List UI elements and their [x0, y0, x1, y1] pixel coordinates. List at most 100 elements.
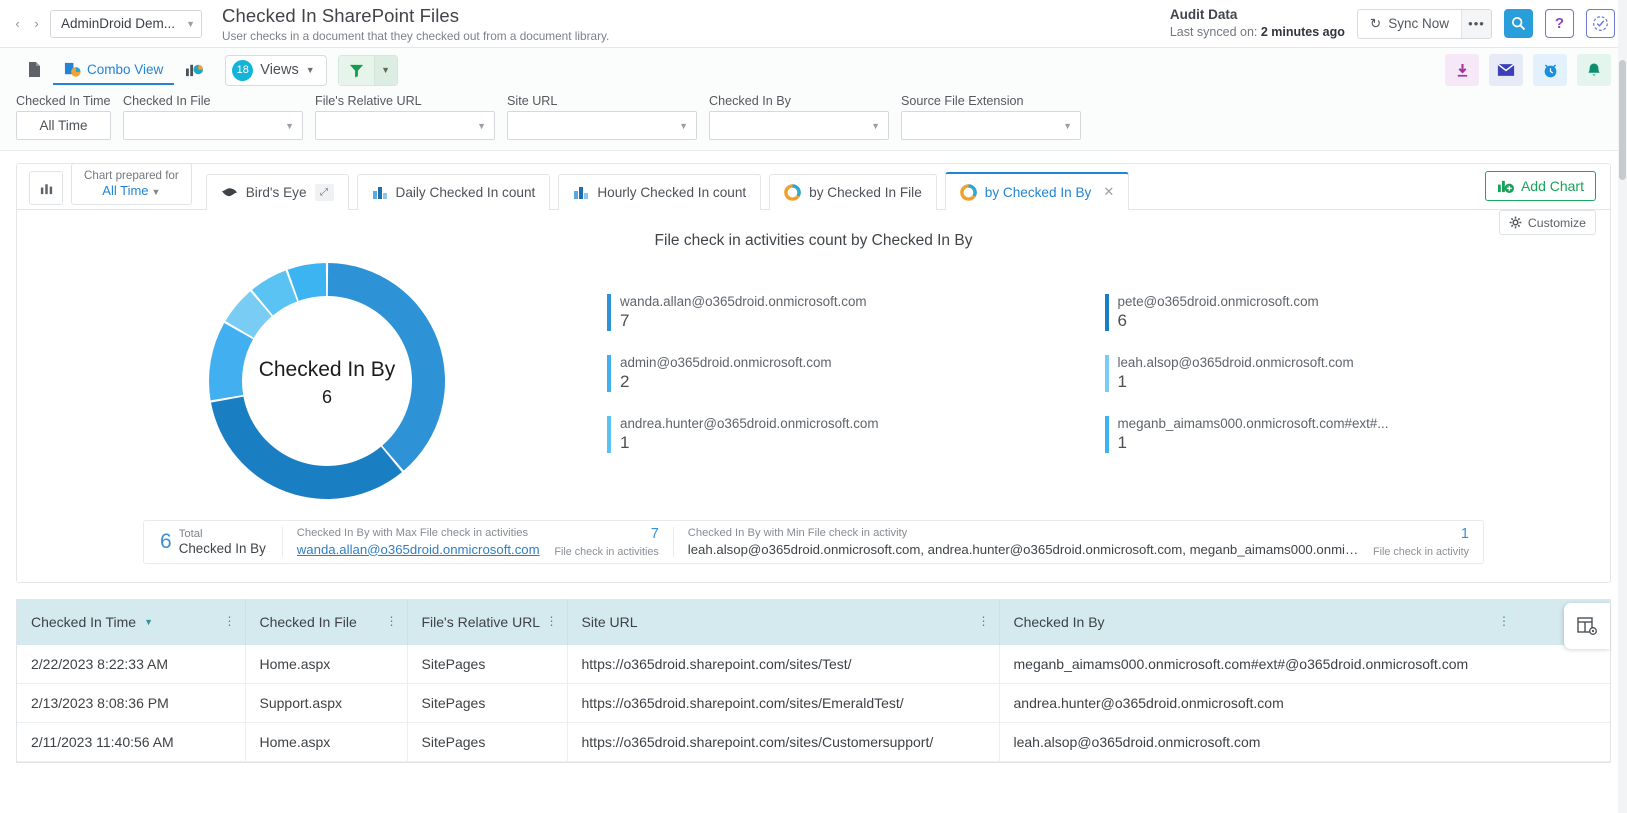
chart-tab-by-checked-in-by[interactable]: by Checked In By ✕ — [945, 172, 1129, 210]
legend-item[interactable]: andrea.hunter@o365droid.onmicrosoft.com1 — [607, 416, 1083, 453]
views-count-badge: 18 — [232, 60, 253, 81]
chart-tab-label: Hourly Checked In count — [597, 185, 746, 200]
summary-max-value[interactable]: wanda.allan@o365droid.onmicrosoft.com — [297, 541, 543, 559]
tab-report-view[interactable] — [16, 55, 53, 85]
filter-checked-in-file-input[interactable]: ▼ — [123, 111, 303, 140]
donut-chart[interactable]: Checked In By 6 — [202, 256, 452, 506]
column-header-checked-in-time[interactable]: Checked In Time▼ ⋮ — [17, 599, 245, 645]
legend-item-value: 7 — [620, 311, 1083, 331]
table-cell-by: meganb_aimams000.onmicrosoft.com#ext#@o3… — [999, 645, 1610, 684]
chart-tab-birds-eye[interactable]: Bird's Eye ⤢ — [206, 174, 349, 210]
mail-icon — [1497, 63, 1515, 77]
filter-checked-in-time-input[interactable]: All Time — [16, 111, 111, 140]
tab-combo-view-label: Combo View — [87, 62, 163, 77]
filter-label: Site URL — [507, 94, 697, 108]
back-button[interactable]: ‹ — [8, 11, 27, 37]
column-header-checked-in-by[interactable]: Checked In By ⋮ — [999, 599, 1610, 645]
column-settings-icon — [1576, 616, 1598, 636]
filter-label: Checked In Time — [16, 94, 111, 108]
chart-tab-by-checked-in-file[interactable]: by Checked In File — [769, 174, 937, 210]
alert-button[interactable] — [1577, 54, 1611, 86]
filter-relative-url: File's Relative URL ▼ — [315, 94, 495, 140]
filter-checked-in-by-input[interactable]: ▼ — [709, 111, 889, 140]
column-menu-icon[interactable]: ⋮ — [546, 618, 558, 626]
chart-tab-label: by Checked In File — [809, 185, 922, 200]
email-button[interactable] — [1489, 54, 1523, 86]
bell-icon — [1586, 62, 1602, 79]
column-header-checked-in-file[interactable]: Checked In File ⋮ — [245, 599, 407, 645]
expand-icon[interactable]: ⤢ — [315, 184, 334, 201]
legend-item[interactable]: wanda.allan@o365droid.onmicrosoft.com7 — [607, 294, 1083, 331]
summary-total-value: 6 — [160, 530, 172, 554]
task-status-button[interactable] — [1586, 9, 1615, 38]
column-header-relative-url[interactable]: File's Relative URL ⋮ — [407, 599, 567, 645]
summary-min-value: leah.alsop@o365droid.onmicrosoft.com, an… — [688, 541, 1361, 559]
chart-tab-hourly-checked-in-count[interactable]: Hourly Checked In count — [558, 174, 761, 210]
legend-item-label: admin@o365droid.onmicrosoft.com — [620, 355, 1083, 370]
summary-total: 6 Total Checked In By — [144, 527, 282, 558]
organization-selector[interactable]: AdminDroid Dem... ▼ — [50, 10, 202, 38]
views-button[interactable]: 18 Views ▼ — [225, 55, 326, 86]
sync-group: ↻ Sync Now ••• — [1357, 9, 1492, 39]
filter-site-url-input[interactable]: ▼ — [507, 111, 697, 140]
column-menu-icon[interactable]: ⋮ — [224, 618, 236, 626]
add-chart-button[interactable]: Add Chart — [1485, 171, 1596, 201]
chevron-down-icon: ▼ — [871, 121, 880, 131]
sort-desc-icon[interactable]: ▼ — [144, 617, 153, 627]
donut-slice[interactable] — [209, 323, 253, 400]
data-table: Checked In Time▼ ⋮ Checked In File ⋮ Fil… — [17, 599, 1610, 762]
legend-item[interactable]: admin@o365droid.onmicrosoft.com 2 — [607, 355, 1083, 392]
table-cell-file: Support.aspx — [245, 684, 407, 723]
alarm-clock-icon — [1542, 62, 1559, 79]
legend-item[interactable]: pete@o365droid.onmicrosoft.com6 — [1105, 294, 1581, 331]
chevron-down-icon: ▼ — [152, 187, 161, 197]
table-cell-siteurl: https://o365droid.sharepoint.com/sites/E… — [567, 684, 999, 723]
filter-source-file-extension-input[interactable]: ▼ — [901, 111, 1081, 140]
sync-more-button[interactable]: ••• — [1461, 10, 1491, 38]
view-toolbar: Combo View 18 Views ▼ ▼ — [0, 48, 1627, 151]
filter-dropdown-button[interactable]: ▼ — [374, 55, 398, 86]
chart-prepared-for[interactable]: Chart prepared for All Time▼ — [71, 163, 192, 205]
column-menu-icon[interactable]: ⋮ — [1498, 618, 1510, 626]
legend-item[interactable]: leah.alsop@o365droid.onmicrosoft.com1 — [1105, 355, 1581, 392]
chart-prepared-value-wrap[interactable]: All Time ▼ — [84, 183, 179, 200]
column-menu-icon[interactable]: ⋮ — [978, 618, 990, 626]
table-row[interactable]: 2/22/2023 8:22:33 AMHome.aspxSitePagesht… — [17, 645, 1610, 684]
tab-combo-view[interactable]: Combo View — [53, 55, 174, 85]
filter-label: Source File Extension — [901, 94, 1081, 108]
legend-item-value: 1 — [1118, 433, 1581, 453]
schedule-button[interactable] — [1533, 54, 1567, 86]
bar-chart-icon — [573, 185, 589, 200]
column-menu-icon[interactable]: ⋮ — [386, 618, 398, 626]
table-row[interactable]: 2/11/2023 11:40:56 AMHome.aspxSitePagesh… — [17, 723, 1610, 762]
filter-relative-url-input[interactable]: ▼ — [315, 111, 495, 140]
summary-min-unit: File check in activity — [1373, 545, 1469, 560]
help-button[interactable]: ? — [1545, 9, 1574, 38]
filter-label: Checked In File — [123, 94, 303, 108]
download-button[interactable] — [1445, 54, 1479, 86]
chart-tab-label: Bird's Eye — [246, 185, 307, 200]
donut-slice[interactable] — [211, 397, 402, 499]
chart-type-button[interactable] — [29, 171, 63, 205]
table-row[interactable]: 2/13/2023 8:08:36 PMSupport.aspxSitePage… — [17, 684, 1610, 723]
chart-tab-daily-checked-in-count[interactable]: Daily Checked In count — [357, 174, 551, 210]
forward-button[interactable]: › — [27, 11, 46, 37]
table-cell-by: andrea.hunter@o365droid.onmicrosoft.com — [999, 684, 1610, 723]
column-header-site-url[interactable]: Site URL ⋮ — [567, 599, 999, 645]
sync-now-button[interactable]: ↻ Sync Now — [1358, 10, 1461, 38]
chevron-down-icon: ▼ — [186, 19, 195, 29]
close-icon[interactable]: ✕ — [1103, 184, 1114, 200]
page-scrollbar[interactable] — [1618, 0, 1627, 813]
data-table-card: Checked In Time▼ ⋮ Checked In File ⋮ Fil… — [16, 599, 1611, 763]
filter-button[interactable] — [338, 55, 374, 86]
chart-prepared-value: All Time — [102, 183, 148, 198]
tab-chart-view[interactable] — [174, 55, 215, 85]
legend-item-value: 2 — [620, 372, 1083, 392]
column-settings-button[interactable] — [1564, 603, 1610, 649]
page-title: Checked In SharePoint Files — [222, 5, 609, 27]
scrollbar-thumb[interactable] — [1619, 60, 1626, 180]
customize-button[interactable]: Customize — [1499, 210, 1596, 235]
search-button[interactable] — [1504, 9, 1533, 38]
legend-item[interactable]: meganb_aimams000.onmicrosoft.com#ext#...… — [1105, 416, 1581, 453]
filter-checked-in-file: Checked In File ▼ — [123, 94, 303, 140]
